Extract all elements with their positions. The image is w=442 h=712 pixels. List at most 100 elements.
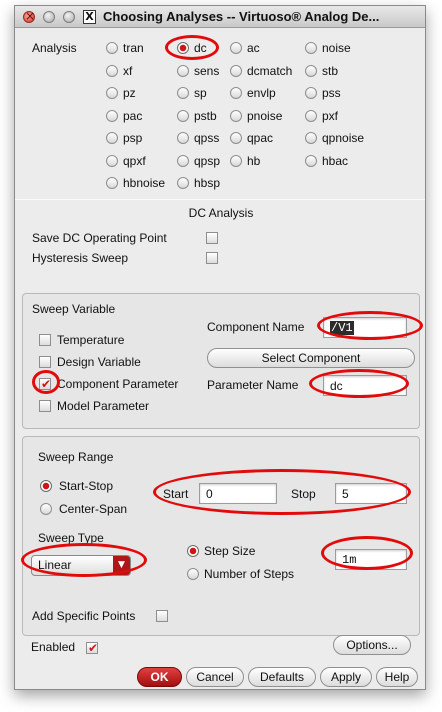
center-span-radio[interactable]	[40, 503, 52, 515]
analysis-label-ac: ac	[247, 41, 260, 55]
cancel-button[interactable]: Cancel	[186, 667, 244, 687]
analysis-radio-xf[interactable]	[106, 65, 118, 77]
save-dc-op-label: Save DC Operating Point	[32, 231, 167, 245]
hysteresis-sweep-checkbox[interactable]	[206, 252, 218, 264]
sweep-range-group: Sweep Range Start-Stop Center-Span Start…	[22, 436, 420, 636]
analysis-label-sp: sp	[194, 86, 207, 100]
design-variable-checkbox[interactable]	[39, 356, 51, 368]
analysis-radio-sp[interactable]	[177, 87, 189, 99]
save-dc-op-checkbox[interactable]	[206, 232, 218, 244]
analysis-radio-qpnoise[interactable]	[305, 132, 317, 144]
step-size-input[interactable]: 1m	[335, 549, 407, 570]
number-of-steps-radio[interactable]	[187, 568, 199, 580]
analysis-label-xf: xf	[123, 64, 133, 78]
analysis-radio-dc[interactable]	[177, 42, 189, 54]
model-parameter-checkbox[interactable]	[39, 400, 51, 412]
analysis-radio-stb[interactable]	[305, 65, 317, 77]
help-button[interactable]: Help	[376, 667, 418, 687]
model-parameter-label: Model Parameter	[57, 399, 150, 413]
center-span-label: Center-Span	[59, 502, 128, 516]
enabled-checkbox[interactable]	[86, 641, 98, 655]
options-button[interactable]: Options...	[333, 635, 411, 655]
component-name-label: Component Name	[207, 320, 305, 334]
analysis-radio-pxf[interactable]	[305, 110, 317, 122]
analysis-radio-noise[interactable]	[305, 42, 317, 54]
component-name-input[interactable]: /V1	[323, 317, 407, 338]
analysis-radio-hb[interactable]	[230, 155, 242, 167]
analysis-label-pz: pz	[123, 86, 136, 100]
component-parameter-checkbox[interactable]	[39, 377, 51, 391]
start-label: Start	[163, 487, 189, 501]
temperature-label: Temperature	[57, 333, 125, 347]
sweep-type-title: Sweep Type	[38, 531, 104, 545]
sweep-range-title: Sweep Range	[38, 450, 114, 464]
parameter-name-input[interactable]: dc	[323, 375, 407, 396]
close-window-icon[interactable]	[23, 9, 35, 23]
zoom-window-icon[interactable]	[63, 11, 75, 23]
analysis-radio-tran[interactable]	[106, 42, 118, 54]
analysis-radio-envlp[interactable]	[230, 87, 242, 99]
choosing-analyses-window: X Choosing Analyses -- Virtuoso® Analog …	[14, 5, 426, 690]
analysis-radio-pstb[interactable]	[177, 110, 189, 122]
design-variable-label: Design Variable	[57, 355, 141, 369]
analysis-label-pss: pss	[322, 86, 341, 100]
analysis-label-hbac: hbac	[322, 154, 349, 168]
analysis-radio-qpac[interactable]	[230, 132, 242, 144]
analysis-radio-pss[interactable]	[305, 87, 317, 99]
analysis-radio-pz[interactable]	[106, 87, 118, 99]
analysis-radio-pnoise[interactable]	[230, 110, 242, 122]
sweep-variable-group: Sweep Variable Temperature Design Variab…	[22, 293, 420, 429]
analysis-label-hb: hb	[247, 154, 261, 168]
start-stop-radio[interactable]	[40, 480, 52, 492]
hysteresis-sweep-label: Hysteresis Sweep	[32, 251, 129, 265]
analysis-label-qpac: qpac	[247, 131, 274, 145]
dropdown-arrow-icon: ▼	[113, 556, 130, 575]
defaults-button[interactable]: Defaults	[248, 667, 316, 687]
analysis-radio-qpxf[interactable]	[106, 155, 118, 167]
analysis-radio-dcmatch[interactable]	[230, 65, 242, 77]
analysis-radio-hbac[interactable]	[305, 155, 317, 167]
sweep-variable-title: Sweep Variable	[32, 302, 116, 316]
step-size-radio[interactable]	[187, 545, 199, 557]
start-input[interactable]: 0	[199, 483, 277, 504]
analysis-label-tran: tran	[123, 41, 144, 55]
temperature-checkbox[interactable]	[39, 334, 51, 346]
enabled-label: Enabled	[31, 640, 76, 654]
stop-input[interactable]: 5	[335, 483, 407, 504]
analysis-label-pxf: pxf	[322, 109, 339, 123]
x11-app-icon: X	[83, 10, 96, 24]
analysis-label-qpxf: qpxf	[123, 154, 146, 168]
component-parameter-label: Component Parameter	[57, 377, 179, 391]
ok-button[interactable]: OK	[137, 667, 182, 687]
window-title: Choosing Analyses -- Virtuoso® Analog De…	[103, 9, 380, 24]
analysis-radio-pac[interactable]	[106, 110, 118, 122]
sweep-type-value: Linear	[38, 558, 72, 572]
apply-button[interactable]: Apply	[320, 667, 372, 687]
analysis-radio-qpss[interactable]	[177, 132, 189, 144]
dc-analysis-heading: DC Analysis	[188, 206, 254, 220]
analysis-label: Analysis	[32, 41, 77, 55]
analysis-label-dcmatch: dcmatch	[247, 64, 293, 78]
title-bar[interactable]: X Choosing Analyses -- Virtuoso® Analog …	[15, 6, 425, 28]
analysis-label-qpss: qpss	[194, 131, 220, 145]
add-specific-points-label: Add Specific Points	[32, 609, 136, 623]
stop-label: Stop	[291, 487, 316, 501]
analysis-radio-psp[interactable]	[106, 132, 118, 144]
add-specific-points-checkbox[interactable]	[156, 610, 168, 622]
analysis-radio-hbnoise[interactable]	[106, 177, 118, 189]
number-of-steps-label: Number of Steps	[204, 567, 295, 581]
analysis-label-pstb: pstb	[194, 109, 217, 123]
analysis-label-sens: sens	[194, 64, 220, 78]
start-stop-label: Start-Stop	[59, 479, 114, 493]
analysis-label-noise: noise	[322, 41, 351, 55]
minimize-window-icon[interactable]	[43, 11, 55, 23]
analysis-radio-sens[interactable]	[177, 65, 189, 77]
step-size-label: Step Size	[204, 544, 256, 558]
select-component-button[interactable]: Select Component	[207, 348, 415, 368]
analysis-label-stb: stb	[322, 64, 339, 78]
analysis-radio-ac[interactable]	[230, 42, 242, 54]
parameter-name-label: Parameter Name	[207, 378, 299, 392]
sweep-type-dropdown[interactable]: Linear ▼	[31, 555, 131, 576]
analysis-radio-hbsp[interactable]	[177, 177, 189, 189]
analysis-radio-qpsp[interactable]	[177, 155, 189, 167]
